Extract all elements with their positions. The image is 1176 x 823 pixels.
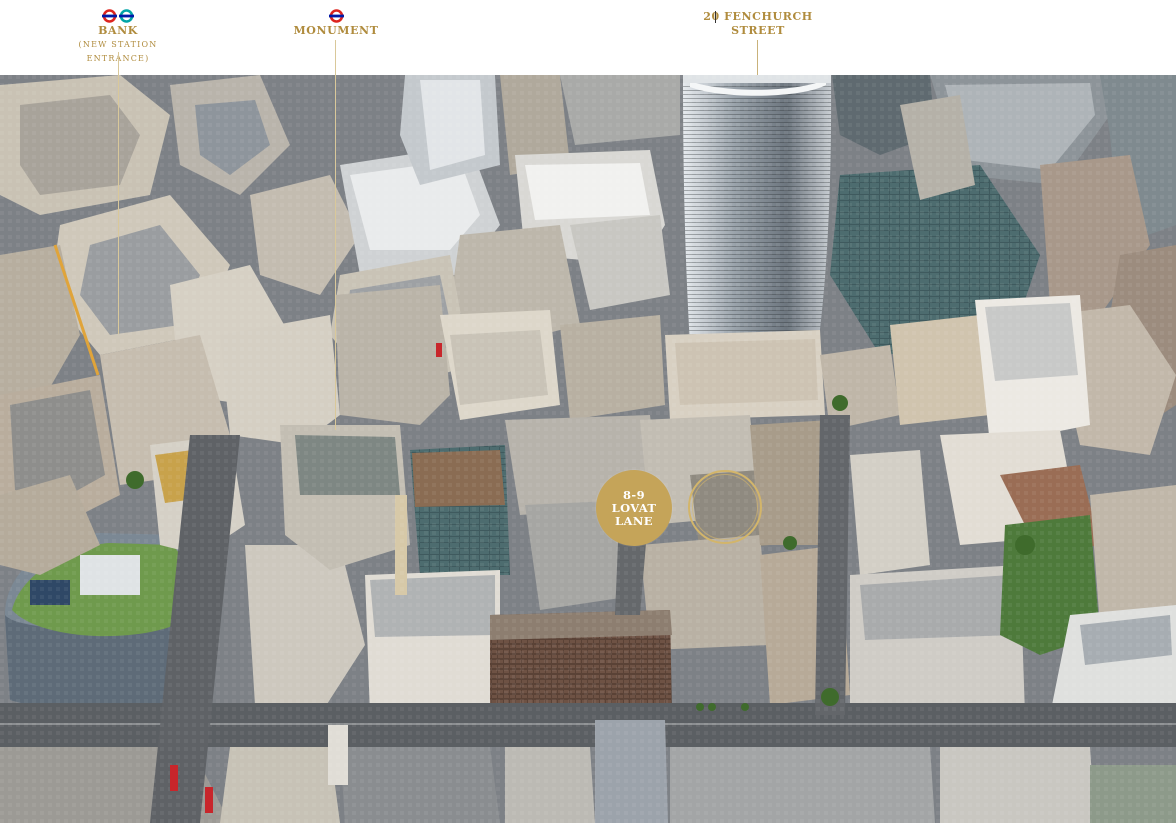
texture-overlay bbox=[0, 75, 1176, 823]
fenchurch-street-label: 20 FENCHURCH STREET bbox=[702, 10, 814, 38]
monument-roundels bbox=[286, 9, 386, 23]
header-band: BANK (NEW STATION ENTRANCE) MONUMENT 20 … bbox=[0, 0, 1176, 75]
bank-label-name: BANK bbox=[98, 24, 138, 37]
site-location-ring-inner bbox=[692, 474, 758, 540]
site-badge-line3: LANE bbox=[615, 513, 653, 528]
underground-roundel-icon bbox=[328, 9, 344, 23]
underground-roundel-icon bbox=[102, 9, 117, 23]
monument-label-name: MONUMENT bbox=[293, 24, 379, 37]
fenchurch-label-line2: STREET bbox=[731, 24, 785, 37]
site-badge: 8-9 LOVAT LANE bbox=[596, 470, 672, 546]
fenchurch-leader-line bbox=[757, 40, 758, 75]
bank-leader-line bbox=[118, 52, 119, 334]
monument-station-label: MONUMENT bbox=[286, 9, 386, 38]
aerial-city-illustration bbox=[0, 75, 1176, 823]
monument-leader-line bbox=[335, 40, 336, 430]
aerial-photo bbox=[0, 75, 1176, 823]
site-badge-line2: LOVAT bbox=[611, 500, 657, 515]
overground-roundel-icon bbox=[119, 9, 134, 23]
site-badge-line1: 8-9 bbox=[623, 487, 645, 502]
bank-roundels bbox=[50, 9, 186, 23]
text-cursor-mark bbox=[715, 11, 716, 23]
fenchurch-label-line1: 20 FENCHURCH bbox=[703, 10, 813, 23]
